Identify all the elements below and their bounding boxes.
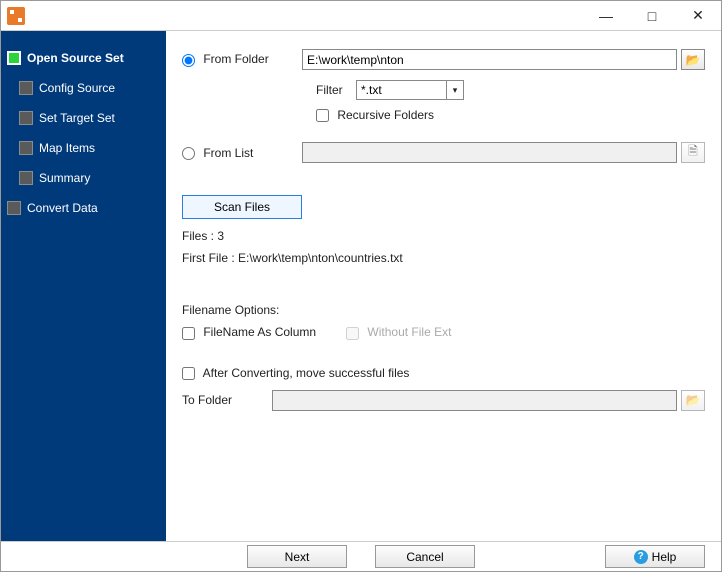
folder-icon: 📂: [686, 393, 701, 407]
app-icon: [7, 7, 25, 25]
sidebar-item-summary[interactable]: Summary: [1, 163, 166, 193]
cancel-button[interactable]: Cancel: [375, 545, 475, 568]
chevron-down-icon[interactable]: ▾: [446, 80, 464, 100]
from-list-radio[interactable]: [182, 147, 195, 160]
from-folder-radio[interactable]: [182, 54, 195, 67]
filter-input[interactable]: [356, 80, 446, 100]
after-converting-label[interactable]: After Converting, move successful files: [182, 366, 409, 380]
browse-list-button[interactable]: 🗎: [681, 142, 705, 163]
maximize-button[interactable]: □: [629, 1, 675, 31]
filename-as-column-label[interactable]: FileName As Column: [182, 325, 316, 339]
without-file-ext-checkbox: [346, 327, 359, 340]
close-button[interactable]: ✕: [675, 1, 721, 31]
sidebar-item-label: Convert Data: [27, 201, 98, 215]
minimize-button[interactable]: —: [583, 1, 629, 31]
main-panel: From Folder 📂 Filter ▾ Recursive Folders…: [166, 31, 721, 541]
files-count: Files : 3: [182, 229, 705, 243]
help-icon: ?: [634, 550, 648, 564]
from-folder-input[interactable]: [302, 49, 677, 70]
filter-combo[interactable]: ▾: [356, 80, 464, 100]
to-folder-input: [272, 390, 677, 411]
footer: Next Cancel ? Help: [1, 541, 721, 571]
sidebar-item-map-items[interactable]: Map Items: [1, 133, 166, 163]
after-converting-checkbox[interactable]: [182, 367, 195, 380]
recursive-folders-checkbox-label[interactable]: Recursive Folders: [316, 108, 434, 122]
sidebar-item-label: Config Source: [39, 81, 115, 95]
scan-files-button[interactable]: Scan Files: [182, 195, 302, 219]
to-folder-label: To Folder: [182, 393, 272, 407]
recursive-folders-checkbox[interactable]: [316, 109, 329, 122]
filter-label: Filter: [316, 83, 356, 97]
folder-icon: 📂: [686, 53, 701, 67]
sidebar-item-set-target-set[interactable]: Set Target Set: [1, 103, 166, 133]
from-folder-radio-label[interactable]: From Folder: [182, 52, 302, 66]
sidebar-item-open-source-set[interactable]: Open Source Set: [1, 43, 166, 73]
filename-options-label: Filename Options:: [182, 303, 705, 317]
titlebar: — □ ✕: [1, 1, 721, 31]
sidebar-item-label: Summary: [39, 171, 90, 185]
filename-as-column-checkbox[interactable]: [182, 327, 195, 340]
wizard-sidebar: Open Source Set Config Source Set Target…: [1, 31, 166, 541]
browse-to-folder-button[interactable]: 📂: [681, 390, 705, 411]
file-icon: 🗎: [688, 142, 698, 163]
help-button[interactable]: ? Help: [605, 545, 705, 568]
from-list-radio-label[interactable]: From List: [182, 146, 302, 160]
sidebar-item-label: Map Items: [39, 141, 95, 155]
sidebar-item-convert-data[interactable]: Convert Data: [1, 193, 166, 223]
sidebar-item-config-source[interactable]: Config Source: [1, 73, 166, 103]
from-list-input: [302, 142, 677, 163]
sidebar-item-label: Set Target Set: [39, 111, 115, 125]
sidebar-item-label: Open Source Set: [27, 51, 124, 65]
next-button[interactable]: Next: [247, 545, 347, 568]
first-file: First File : E:\work\temp\nton\countries…: [182, 251, 705, 265]
without-file-ext-label: Without File Ext: [346, 325, 451, 339]
browse-folder-button[interactable]: 📂: [681, 49, 705, 70]
